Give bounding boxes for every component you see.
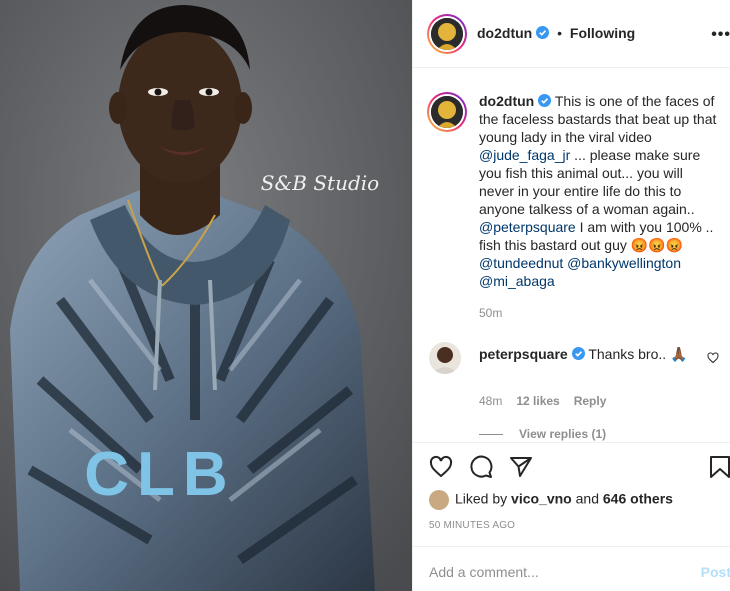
story-ring[interactable] bbox=[427, 14, 467, 54]
shirt-text: CLB bbox=[84, 440, 235, 509]
save-bookmark-icon[interactable] bbox=[709, 455, 730, 479]
avatar bbox=[431, 18, 463, 50]
reply-button[interactable]: Reply bbox=[574, 394, 607, 408]
caption-username[interactable]: do2dtun bbox=[479, 93, 534, 109]
liker-avatar[interactable] bbox=[429, 490, 449, 510]
add-comment-input[interactable]: Add a comment... bbox=[429, 564, 539, 580]
post-photo[interactable]: CLB S&B Studio bbox=[0, 0, 412, 591]
mention-link[interactable]: @tundeednut bbox=[479, 255, 563, 271]
liked-by-prefix: Liked by bbox=[455, 490, 512, 507]
comments-section[interactable]: do2dtun This is one of the faces of the … bbox=[413, 68, 730, 442]
like-heart-icon[interactable] bbox=[429, 455, 453, 479]
action-bar bbox=[413, 442, 730, 492]
comment-bubble-icon[interactable] bbox=[469, 455, 493, 479]
divider-line bbox=[479, 434, 503, 436]
post-header: do2dtun • Following ••• bbox=[413, 0, 730, 68]
post-button[interactable]: Post bbox=[701, 564, 730, 580]
post-side-panel: do2dtun • Following ••• do2dtun This is … bbox=[412, 0, 730, 591]
header-user-line: do2dtun • Following bbox=[477, 25, 635, 41]
caption-text: do2dtun This is one of the faces of the … bbox=[479, 92, 717, 290]
comment-username[interactable]: peterpsquare bbox=[479, 346, 568, 362]
caption-avatar[interactable] bbox=[427, 92, 467, 132]
instagram-post-view: CLB S&B Studio do2dtun • Following ••• d… bbox=[0, 0, 730, 591]
separator-dot: • bbox=[557, 25, 563, 41]
mention-link[interactable]: @bankywellington bbox=[567, 255, 681, 271]
mention-link[interactable]: @mi_abaga bbox=[479, 273, 555, 289]
verified-badge-icon bbox=[536, 26, 550, 39]
following-button[interactable]: Following bbox=[570, 25, 635, 41]
add-comment-bar: Add a comment... Post bbox=[413, 546, 730, 591]
likes-count[interactable]: 646 others bbox=[603, 491, 673, 507]
comment-avatar[interactable] bbox=[429, 342, 461, 374]
comment-body: Thanks bro.. 🙏🏾 bbox=[584, 346, 688, 362]
liked-by-middle: and bbox=[571, 490, 603, 507]
post-timestamp[interactable]: 50 MINUTES AGO bbox=[429, 520, 515, 531]
comment-likes[interactable]: 12 likes bbox=[516, 394, 559, 408]
share-icon[interactable] bbox=[509, 455, 533, 479]
comment-time[interactable]: 48m bbox=[479, 394, 502, 408]
username-link[interactable]: do2dtun bbox=[477, 25, 532, 41]
verified-badge-icon bbox=[538, 94, 552, 107]
likes-summary: Liked by vico_vno and 646 others bbox=[429, 490, 673, 510]
verified-badge-icon bbox=[571, 347, 585, 360]
comment-like-heart-icon[interactable] bbox=[707, 352, 719, 364]
comment-text: peterpsquare Thanks bro.. 🙏🏾 bbox=[479, 344, 699, 364]
mention-link[interactable]: @jude_faga_jr bbox=[479, 147, 570, 163]
watermark: S&B Studio bbox=[261, 171, 379, 195]
more-options-icon[interactable]: ••• bbox=[711, 26, 730, 44]
liker-username[interactable]: vico_vno bbox=[511, 491, 572, 507]
comment-meta: 48m 12 likes Reply bbox=[479, 394, 620, 408]
view-replies-button[interactable]: View replies (1) bbox=[479, 427, 606, 441]
portrait-image: CLB S&B Studio bbox=[0, 0, 412, 591]
caption-time[interactable]: 50m bbox=[479, 306, 502, 320]
view-replies-label: View replies (1) bbox=[519, 427, 607, 441]
mention-link[interactable]: @peterpsquare bbox=[479, 219, 576, 235]
